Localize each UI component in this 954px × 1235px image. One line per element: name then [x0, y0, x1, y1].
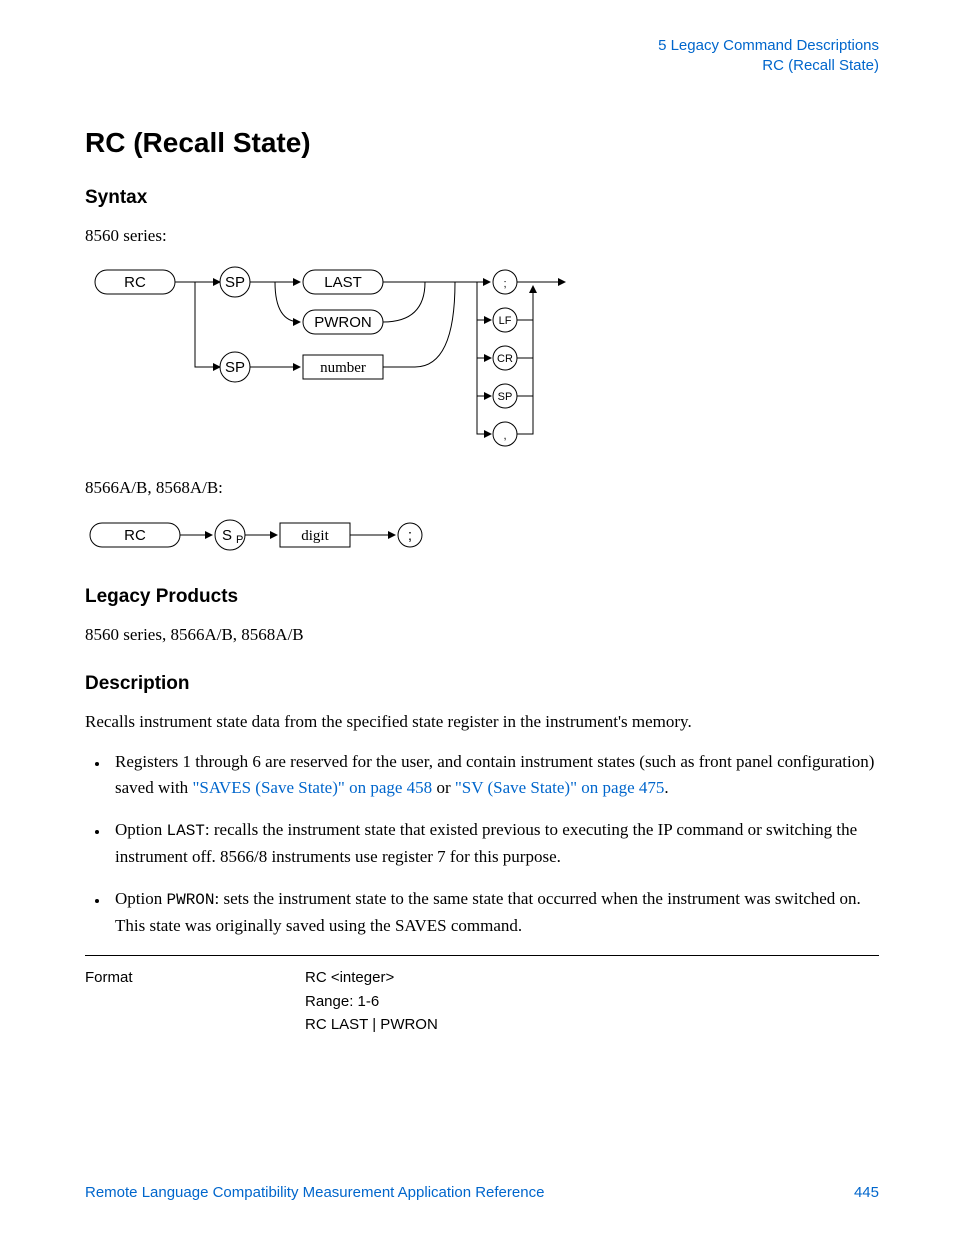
d1-sp2: SP [225, 359, 245, 376]
b2-b: : recalls the instrument state that exis… [115, 820, 857, 866]
divider [85, 955, 879, 956]
page-header: 5 Legacy Command Descriptions RC (Recall… [85, 36, 879, 77]
format-value: RC <integer> Range: 1-6 RC LAST | PWRON [305, 966, 879, 1036]
page-title: RC (Recall State) [85, 127, 879, 159]
d1-semi: ; [503, 278, 506, 290]
d1-rc: RC [124, 274, 146, 291]
d2-sp: S [222, 527, 232, 544]
footer-doc-title: Remote Language Compatibility Measuremen… [85, 1184, 544, 1201]
b3-a: Option [115, 889, 166, 908]
d2-semi: ; [408, 527, 412, 544]
description-intro: Recalls instrument state data from the s… [85, 709, 879, 735]
b1-end: . [664, 778, 668, 797]
page-footer: Remote Language Compatibility Measuremen… [85, 1184, 879, 1201]
header-chapter: 5 Legacy Command Descriptions [85, 36, 879, 56]
d2-digit: digit [301, 528, 329, 544]
b2-a: Option [115, 820, 166, 839]
saves-link[interactable]: "SAVES (Save State)" on page 458 [192, 778, 432, 797]
series1-label: 8560 series: [85, 223, 879, 249]
d2-rc: RC [124, 527, 146, 544]
b1-or: or [432, 778, 455, 797]
series2-label: 8566A/B, 8568A/B: [85, 475, 879, 501]
legacy-heading: Legacy Products [85, 586, 879, 608]
b3-b: : sets the instrument state to the same … [115, 889, 861, 935]
d1-sp1: SP [225, 274, 245, 291]
syntax-heading: Syntax [85, 187, 879, 209]
d1-lf: LF [499, 315, 512, 327]
format-line1: RC <integer> [305, 966, 879, 989]
format-line3: RC LAST | PWRON [305, 1013, 879, 1036]
list-item: Registers 1 through 6 are reserved for t… [109, 749, 879, 802]
legacy-text: 8560 series, 8566A/B, 8568A/B [85, 622, 879, 648]
footer-page-number: 445 [854, 1184, 879, 1201]
d2-sp-sub: P [236, 534, 243, 546]
b2-code: LAST [166, 822, 204, 840]
sv-link[interactable]: "SV (Save State)" on page 475 [455, 778, 665, 797]
description-heading: Description [85, 673, 879, 695]
list-item: Option LAST: recalls the instrument stat… [109, 817, 879, 870]
format-label: Format [85, 966, 305, 1036]
d1-last: LAST [324, 274, 362, 291]
syntax-diagram-8566: RC S P digit ; [85, 515, 879, 560]
d1-pwron: PWRON [314, 314, 372, 331]
page-root: 5 Legacy Command Descriptions RC (Recall… [0, 0, 954, 1235]
syntax-diagram-8560: RC SP LAST PWRON SP num [85, 262, 879, 457]
b3-code: PWRON [166, 891, 214, 909]
d1-cr: CR [497, 353, 513, 365]
list-item: Option PWRON: sets the instrument state … [109, 886, 879, 939]
d1-spterm: SP [498, 391, 513, 403]
description-list: Registers 1 through 6 are reserved for t… [109, 749, 879, 940]
d1-comma: , [503, 430, 506, 442]
format-row: Format RC <integer> Range: 1-6 RC LAST |… [85, 966, 879, 1036]
format-line2: Range: 1-6 [305, 990, 879, 1013]
d1-number: number [320, 360, 366, 376]
header-section: RC (Recall State) [85, 56, 879, 76]
